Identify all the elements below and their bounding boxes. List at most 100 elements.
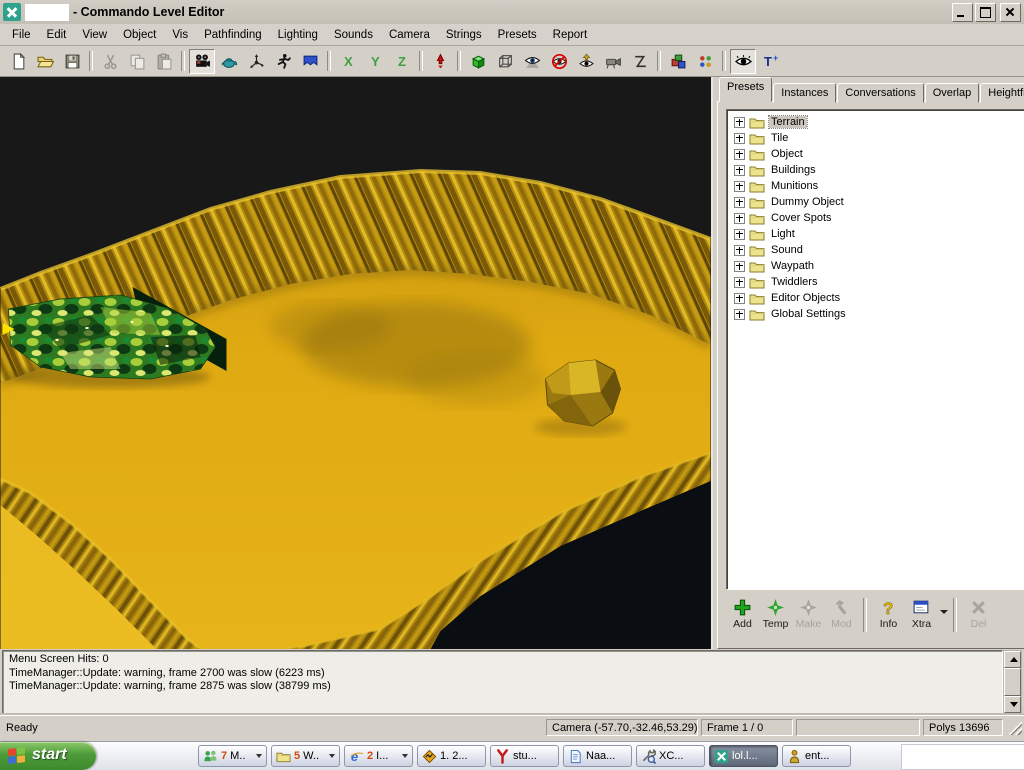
menu-presets[interactable]: Presets [490,27,545,43]
menu-strings[interactable]: Strings [438,27,490,43]
tree-item-global-settings[interactable]: Global Settings [729,306,1024,322]
tree-item-editor-objects[interactable]: Editor Objects [729,290,1024,306]
log-scrollbar[interactable] [1003,650,1022,714]
preset-tree[interactable]: Terrain Tile Object Buildings Munitions … [726,109,1024,590]
app-icon[interactable] [3,3,21,21]
visibility-terrain-button[interactable] [519,49,545,74]
expand-icon[interactable] [734,181,745,192]
drop-marker-button[interactable] [427,49,453,74]
expand-icon[interactable] [734,245,745,256]
tree-item-munitions[interactable]: Munitions [729,178,1024,194]
tree-item-tile[interactable]: Tile [729,130,1024,146]
tab-conversations[interactable]: Conversations [837,83,923,103]
group-dropdown-icon[interactable] [329,754,335,758]
axis-gizmo-button[interactable] [243,49,269,74]
menu-pathfinding[interactable]: Pathfinding [196,27,270,43]
info-button[interactable]: ?Info [872,596,905,630]
maximize-button[interactable] [975,3,996,22]
expand-icon[interactable] [734,165,745,176]
taskbar-window-level-editor[interactable]: lol.l... [709,745,778,767]
save-button[interactable] [59,49,85,74]
tree-item-cover-spots[interactable]: Cover Spots [729,210,1024,226]
taskbar-messenger-group[interactable]: 7M.. [198,745,267,767]
taskbar-window-4[interactable]: 1. 2... [417,745,486,767]
expand-icon[interactable] [734,117,745,128]
expand-icon[interactable] [734,293,745,304]
expand-icon[interactable] [734,149,745,160]
text-labels-button[interactable]: T+ [757,49,783,74]
tree-item-object[interactable]: Object [729,146,1024,162]
paste-button[interactable] [151,49,177,74]
tree-item-light[interactable]: Light [729,226,1024,242]
menu-lighting[interactable]: Lighting [270,27,326,43]
visibility-off-button[interactable] [546,49,572,74]
multi-cubes-button[interactable] [665,49,691,74]
new-document-button[interactable] [5,49,31,74]
tab-overlap[interactable]: Overlap [925,83,980,103]
scroll-up-button[interactable] [1004,651,1021,668]
mod-button[interactable]: Mod [825,596,858,630]
taskbar-window-6[interactable]: Naa... [563,745,632,767]
menu-object[interactable]: Object [115,27,164,43]
color-dots-button[interactable] [692,49,718,74]
render-camera-button[interactable] [189,49,215,74]
menu-camera[interactable]: Camera [381,27,438,43]
teapot-button[interactable] [216,49,242,74]
scroll-thumb[interactable] [1004,668,1021,696]
taskbar-window-9[interactable]: ent... [782,745,851,767]
tree-item-waypath[interactable]: Waypath [729,258,1024,274]
copy-button[interactable] [124,49,150,74]
close-button[interactable] [1000,3,1021,22]
add-button[interactable]: Add [726,596,759,630]
menu-vis[interactable]: Vis [164,27,196,43]
taskbar-folders-group[interactable]: 5W.. [271,745,340,767]
tab-heightfield[interactable]: Heightfield [980,83,1024,103]
open-folder-button[interactable] [32,49,58,74]
make-button[interactable]: Make [792,596,825,630]
menu-report[interactable]: Report [545,27,596,43]
group-dropdown-icon[interactable] [256,754,262,758]
tree-item-terrain[interactable]: Terrain [729,114,1024,130]
flag-button[interactable] [297,49,323,74]
tab-instances[interactable]: Instances [773,83,836,103]
expand-icon[interactable] [734,229,745,240]
tree-item-sound[interactable]: Sound [729,242,1024,258]
resize-grip[interactable] [1008,721,1022,735]
expand-icon[interactable] [734,213,745,224]
axis-x-button[interactable]: X [335,49,361,74]
menu-file[interactable]: File [4,27,39,43]
expand-icon[interactable] [734,277,745,288]
start-button[interactable]: start [0,742,96,770]
xtra-dropdown-arrow[interactable] [940,610,948,614]
solid-cube-button[interactable] [465,49,491,74]
visibility-raise-button[interactable] [573,49,599,74]
menu-view[interactable]: View [74,27,115,43]
taskbar-internet-group[interactable]: e2I... [344,745,413,767]
show-all-button[interactable] [730,49,756,74]
taskbar-window-7[interactable]: XC... [636,745,705,767]
wire-cube-button[interactable] [492,49,518,74]
menu-edit[interactable]: Edit [39,27,75,43]
camera-side-button[interactable] [600,49,626,74]
temp-button[interactable]: Temp [759,596,792,630]
expand-icon[interactable] [734,133,745,144]
viewport-3d[interactable] [0,77,711,649]
del-button[interactable]: Del [962,596,995,630]
tree-item-twiddlers[interactable]: Twiddlers [729,274,1024,290]
cut-button[interactable] [97,49,123,74]
expand-icon[interactable] [734,197,745,208]
axis-z-button[interactable]: Z [389,49,415,74]
minimize-button[interactable] [952,3,973,22]
expand-icon[interactable] [734,309,745,320]
expand-icon[interactable] [734,261,745,272]
tree-item-buildings[interactable]: Buildings [729,162,1024,178]
polygon-outline-button[interactable] [627,49,653,74]
menu-sounds[interactable]: Sounds [326,27,381,43]
scroll-down-button[interactable] [1004,696,1021,713]
tab-presets[interactable]: Presets [719,77,772,102]
xtra-button[interactable]: Xtra [905,596,938,630]
axis-y-button[interactable]: Y [362,49,388,74]
tree-item-dummy-object[interactable]: Dummy Object [729,194,1024,210]
taskbar-window-5[interactable]: stu... [490,745,559,767]
run-actor-button[interactable] [270,49,296,74]
